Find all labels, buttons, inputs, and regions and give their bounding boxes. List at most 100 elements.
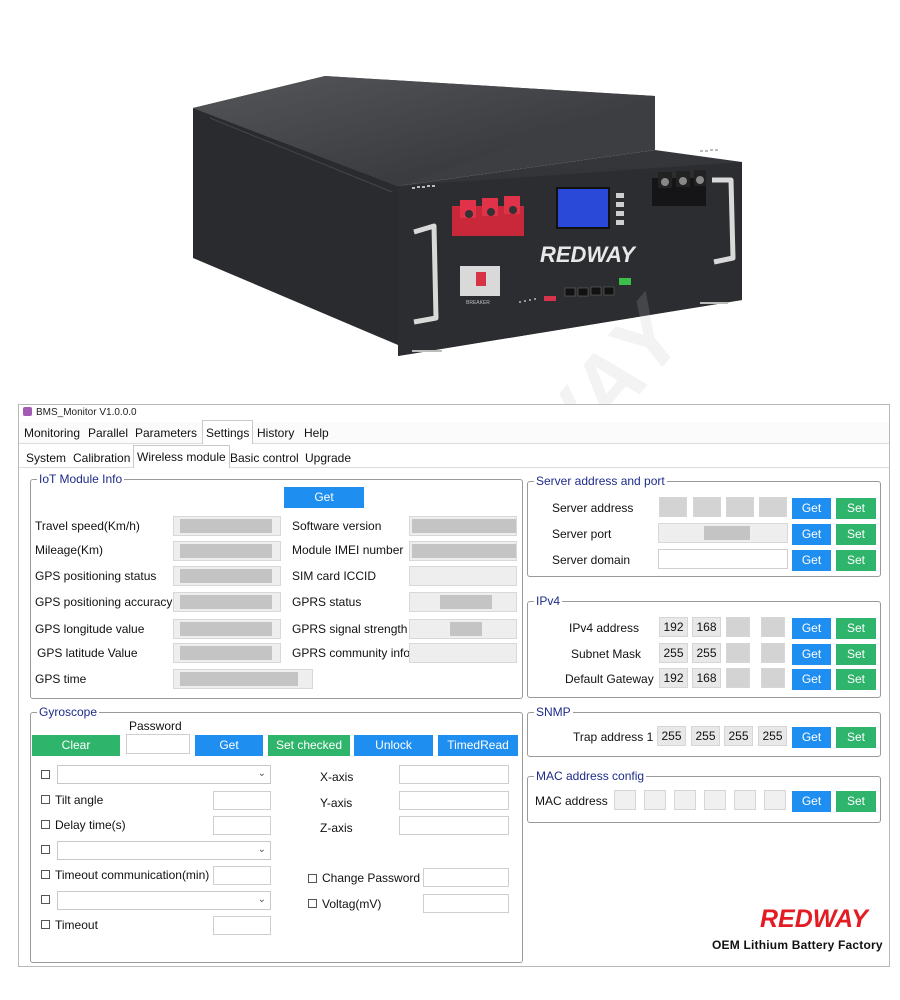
voltage-checkbox[interactable] (308, 899, 317, 908)
mileage-label: Mileage(Km) (35, 543, 104, 557)
change-password-input[interactable] (423, 868, 509, 887)
default-gateway-get-button[interactable]: Get (792, 669, 831, 690)
subtab-upgrade[interactable]: Upgrade (302, 448, 354, 468)
subnet-mask-octet-3[interactable] (726, 643, 750, 663)
trap-address-octet-1[interactable]: 255 (657, 726, 686, 746)
delay-time-input[interactable] (213, 816, 271, 835)
travel-speed-field (173, 516, 281, 536)
mac-octet-2[interactable] (644, 790, 666, 810)
password-input[interactable] (126, 734, 190, 754)
subnet-mask-octet-1[interactable]: 255 (659, 643, 688, 663)
iot-get-button[interactable]: Get (284, 487, 364, 508)
timeout-input[interactable] (213, 916, 271, 935)
tilt-angle-checkbox[interactable] (41, 795, 50, 804)
tab-help[interactable]: Help (301, 423, 332, 444)
ipv4-address-get-button[interactable]: Get (792, 618, 831, 639)
default-gateway-octet-1[interactable]: 192 (659, 668, 688, 688)
subnet-mask-get-button[interactable]: Get (792, 644, 831, 665)
combo1-checkbox[interactable] (41, 770, 50, 779)
default-gateway-octet-2[interactable]: 168 (692, 668, 721, 688)
tilt-angle-input[interactable] (213, 791, 271, 810)
ipv4-address-octet-4[interactable] (761, 617, 785, 637)
gps-time-field (173, 669, 313, 689)
server-port-input[interactable] (658, 523, 788, 543)
x-axis-field (399, 765, 509, 784)
gyro-get-button[interactable]: Get (195, 735, 263, 756)
tab-parameters[interactable]: Parameters (132, 423, 200, 444)
mac-get-button[interactable]: Get (792, 791, 831, 812)
subnet-mask-octet-2[interactable]: 255 (692, 643, 721, 663)
subtab-basic-control[interactable]: Basic control (227, 448, 302, 468)
window-titlebar: BMS_Monitor V1.0.0.0 (19, 405, 889, 421)
default-gateway-octet-4[interactable] (761, 668, 785, 688)
sim-iccid-label: SIM card ICCID (292, 569, 377, 583)
delay-time-checkbox[interactable] (41, 820, 50, 829)
clear-button[interactable]: Clear (32, 735, 120, 756)
module-imei-label: Module IMEI number (292, 543, 404, 557)
tab-parallel[interactable]: Parallel (85, 423, 131, 444)
subnet-mask-set-button[interactable]: Set (836, 644, 876, 665)
server-address-octet-2[interactable] (693, 497, 721, 517)
mac-octet-5[interactable] (734, 790, 756, 810)
mac-address-group: MAC address config MAC address Get Set (527, 769, 881, 823)
combo2-checkbox[interactable] (41, 845, 50, 854)
ipv4-address-octet-2[interactable]: 168 (692, 617, 721, 637)
ipv4-address-set-button[interactable]: Set (836, 618, 876, 639)
default-gateway-set-button[interactable]: Set (836, 669, 876, 690)
y-axis-label: Y-axis (320, 796, 353, 810)
ipv4-legend: IPv4 (534, 594, 563, 608)
server-address-get-button[interactable]: Get (792, 498, 831, 519)
ipv4-address-octet-1[interactable]: 192 (659, 617, 688, 637)
combo3-checkbox[interactable] (41, 895, 50, 904)
mac-octet-6[interactable] (764, 790, 786, 810)
set-checked-button[interactable]: Set checked (268, 735, 350, 756)
chevron-down-icon: ⌄ (257, 768, 266, 779)
mac-octet-3[interactable] (674, 790, 696, 810)
mac-address-label: MAC address (535, 794, 608, 808)
default-gateway-octet-3[interactable] (726, 668, 750, 688)
subnet-mask-octet-4[interactable] (761, 643, 785, 663)
timeout-communication-checkbox[interactable] (41, 870, 50, 879)
mac-octet-1[interactable] (614, 790, 636, 810)
app-icon (23, 407, 32, 416)
ipv4-address-label: IPv4 address (569, 621, 640, 635)
mac-set-button[interactable]: Set (836, 791, 876, 812)
server-address-octet-4[interactable] (759, 497, 787, 517)
tab-history[interactable]: History (254, 423, 297, 444)
timed-read-button[interactable]: TimedRead (438, 735, 518, 756)
gyro-select-1[interactable]: ⌄ (57, 765, 271, 784)
gyro-select-2[interactable]: ⌄ (57, 841, 271, 860)
server-port-get-button[interactable]: Get (792, 524, 831, 545)
tab-monitoring[interactable]: Monitoring (21, 423, 83, 444)
gps-positioning-accuracy-field (173, 592, 281, 612)
change-password-checkbox[interactable] (308, 874, 317, 883)
snmp-get-button[interactable]: Get (792, 727, 831, 748)
voltage-input[interactable] (423, 894, 509, 913)
mac-octet-4[interactable] (704, 790, 726, 810)
timeout-checkbox[interactable] (41, 920, 50, 929)
subtab-system[interactable]: System (23, 448, 69, 468)
server-port-set-button[interactable]: Set (836, 524, 876, 545)
server-address-set-button[interactable]: Set (836, 498, 876, 519)
server-domain-input[interactable] (658, 549, 788, 569)
snmp-set-button[interactable]: Set (836, 727, 876, 748)
server-domain-set-button[interactable]: Set (836, 550, 876, 571)
server-address-legend: Server address and port (534, 474, 667, 488)
snmp-group: SNMP Trap address 1 255 255 255 255 Get … (527, 705, 881, 757)
server-address-octet-1[interactable] (659, 497, 687, 517)
server-address-octet-3[interactable] (726, 497, 754, 517)
trap-address-octet-3[interactable]: 255 (724, 726, 753, 746)
subtab-calibration[interactable]: Calibration (70, 448, 133, 468)
timeout-communication-input[interactable] (213, 866, 271, 885)
server-domain-get-button[interactable]: Get (792, 550, 831, 571)
delay-time-label: Delay time(s) (55, 818, 126, 832)
ipv4-address-octet-3[interactable] (726, 617, 750, 637)
snmp-legend: SNMP (534, 705, 573, 719)
gyro-select-3[interactable]: ⌄ (57, 891, 271, 910)
bms-monitor-window: BMS_Monitor V1.0.0.0 Monitoring Parallel… (18, 404, 890, 967)
unlock-button[interactable]: Unlock (354, 735, 433, 756)
tab-settings[interactable]: Settings (202, 420, 254, 444)
subtab-wireless-module[interactable]: Wireless module (133, 445, 230, 468)
trap-address-octet-4[interactable]: 255 (758, 726, 787, 746)
trap-address-octet-2[interactable]: 255 (691, 726, 720, 746)
